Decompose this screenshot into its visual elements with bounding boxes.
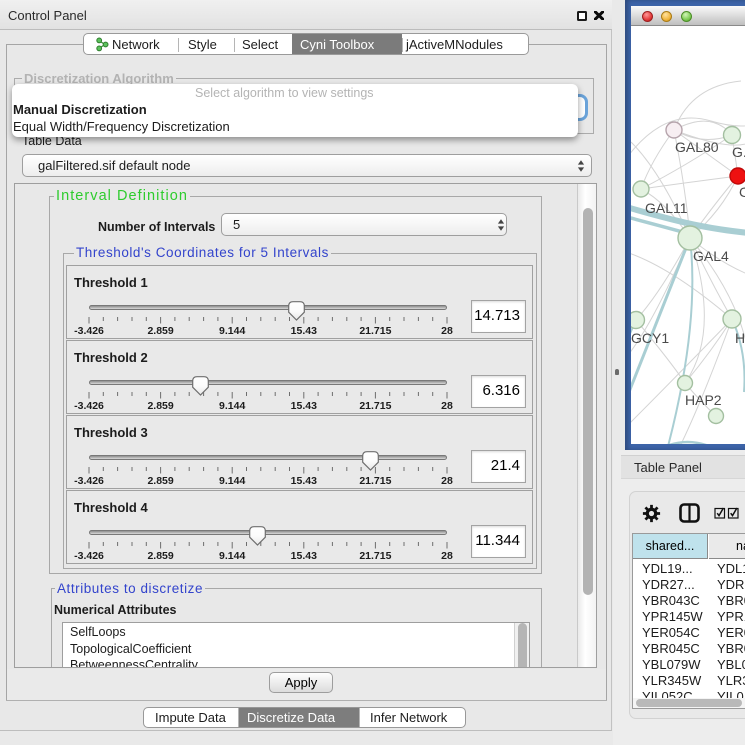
svg-text:GAL11: GAL11 — [645, 200, 688, 216]
svg-text:H: H — [735, 330, 745, 346]
svg-text:GAL4: GAL4 — [693, 248, 729, 264]
svg-text:GAL80: GAL80 — [675, 139, 719, 155]
svg-text:G.: G. — [732, 144, 745, 160]
svg-text:C: C — [739, 184, 745, 200]
svg-text:GCY1: GCY1 — [631, 330, 669, 346]
svg-text:HAP2: HAP2 — [685, 392, 722, 408]
